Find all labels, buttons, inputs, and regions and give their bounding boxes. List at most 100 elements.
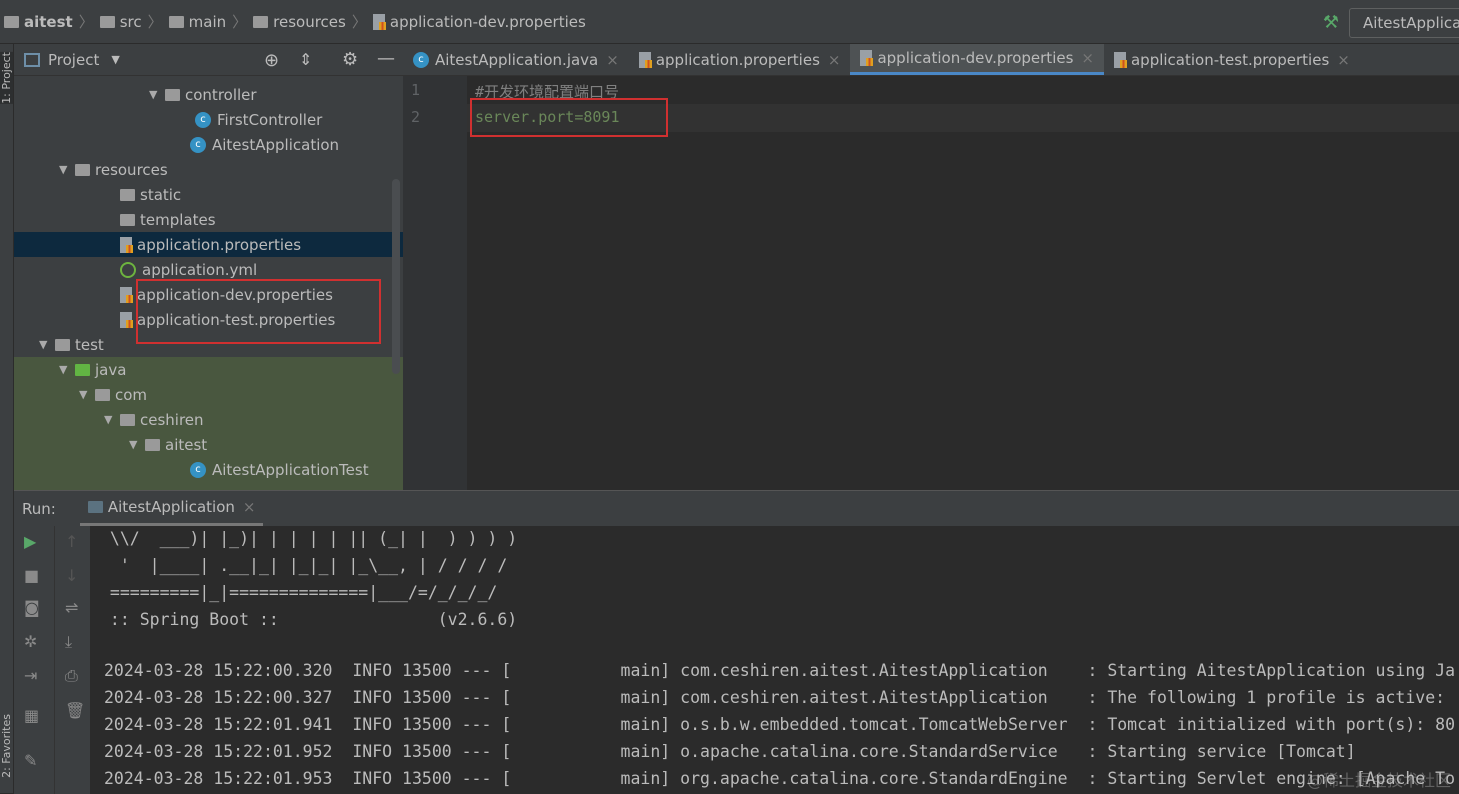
tree-item[interactable]: ▼ java — [14, 357, 403, 382]
spring-icon — [120, 261, 136, 278]
folder-icon — [75, 163, 90, 176]
tree-item[interactable]: static — [14, 182, 403, 207]
close-icon[interactable]: × — [243, 498, 256, 516]
module-icon — [4, 15, 19, 28]
scrollbar[interactable] — [392, 179, 400, 374]
rerun-icon[interactable]: ▶ — [24, 532, 36, 551]
expand-arrow-icon[interactable]: ▼ — [104, 413, 120, 426]
favorites-tool-button[interactable]: 2: Favorites — [0, 714, 13, 778]
expand-arrow-icon[interactable]: ▼ — [39, 338, 55, 351]
close-icon[interactable]: × — [828, 51, 841, 69]
trash-icon[interactable]: 🗑 — [65, 701, 85, 720]
folder-icon — [168, 15, 184, 28]
editor: c AitestApplication.java × application.prop… — [403, 44, 1459, 490]
gutter — [403, 76, 467, 490]
expand-arrow-icon[interactable]: ▼ — [129, 438, 145, 451]
class-icon: c — [195, 111, 211, 128]
breadcrumb-main[interactable]: main 〉 — [168, 11, 247, 32]
up-arrow-icon[interactable]: ↑ — [65, 532, 78, 551]
line-number: 1 — [411, 81, 421, 99]
breadcrumb-file[interactable]: application-dev.properties — [372, 12, 586, 31]
collapse-all-icon[interactable]: ⇕ — [299, 50, 312, 69]
debug-icon[interactable]: ✲ — [24, 632, 37, 651]
editor-tab[interactable]: c AitestApplication.java × — [403, 44, 629, 75]
hide-icon[interactable]: — — [377, 48, 395, 69]
chevron-down-icon[interactable]: ▼ — [111, 53, 119, 66]
run-toolbar: ▶ ■ ◙ ✲ ⇥ ▦ ✎ — [14, 526, 54, 794]
run-tab[interactable]: AitestApplication × — [79, 491, 264, 526]
stop-icon[interactable]: ■ — [24, 566, 39, 585]
tree-item-label: FirstController — [217, 110, 323, 129]
editor-tab[interactable]: application-test.properties × — [1104, 44, 1360, 75]
spring-class-icon: c — [190, 136, 206, 153]
gear-icon[interactable]: ⚙ — [342, 49, 358, 70]
exit-icon[interactable]: ⇥ — [24, 666, 37, 685]
crumb-label: aitest — [24, 12, 73, 31]
tree-item[interactable]: ▼ aitest — [14, 432, 403, 457]
run-panel: Run: AitestApplication × ▶ ■ ◙ ✲ ⇥ ▦ ✎ ↑ … — [14, 490, 1459, 794]
log-line: 2024-03-28 15:22:00.320 INFO 13500 --- [… — [104, 661, 1456, 680]
tree-item-label: aitest — [165, 435, 208, 454]
close-icon[interactable]: × — [1081, 49, 1094, 67]
down-arrow-icon[interactable]: ↓ — [65, 566, 78, 585]
tree-item[interactable]: c AitestApplicationTest — [14, 457, 403, 482]
tree-item-label: ceshiren — [140, 410, 204, 429]
scroll-to-end-icon[interactable]: ⤓ — [65, 632, 72, 652]
test-folder-icon — [75, 363, 90, 376]
crumb-label: resources — [273, 12, 346, 31]
pin-icon[interactable]: ✎ — [24, 751, 37, 770]
project-tool-button[interactable]: 1: Project — [0, 52, 13, 104]
folder-icon — [120, 188, 135, 201]
editor-tab[interactable]: application-dev.properties × — [850, 44, 1104, 75]
soft-wrap-icon[interactable]: ⇌ — [65, 598, 78, 617]
tree-item[interactable]: c AitestApplication — [14, 132, 403, 157]
properties-file-icon — [860, 50, 874, 66]
tree-item[interactable]: c FirstController — [14, 107, 403, 132]
properties-file-icon — [638, 51, 652, 68]
run-panel-header: Run: AitestApplication × — [14, 491, 1459, 526]
run-tab-label: AitestApplication — [107, 498, 235, 516]
tree-item-label: application.properties — [137, 235, 302, 254]
layout-icon[interactable]: ▦ — [24, 706, 39, 725]
close-icon[interactable]: × — [1337, 51, 1350, 69]
app-icon — [87, 501, 103, 513]
editor-tabs: c AitestApplication.java × application.prop… — [403, 44, 1459, 76]
locate-icon[interactable]: ⊕ — [264, 50, 279, 71]
editor-tab[interactable]: application.properties × — [629, 44, 851, 75]
build-hammer-icon[interactable]: ⚒ — [1323, 12, 1339, 33]
tree-item[interactable]: ▼ com — [14, 382, 403, 407]
run-config-select[interactable]: AitestApplication — [1349, 8, 1459, 38]
crumb-label: application-dev.properties — [389, 12, 586, 31]
run-config-label: AitestApplication — [1363, 14, 1459, 32]
close-icon[interactable]: × — [606, 51, 619, 69]
expand-arrow-icon[interactable]: ▼ — [149, 88, 165, 101]
left-tool-strip: 1: Project 2: Favorites — [0, 44, 14, 793]
expand-arrow-icon[interactable]: ▼ — [59, 163, 75, 176]
properties-file-icon — [372, 13, 386, 30]
tree-item[interactable]: application.properties — [14, 232, 403, 257]
folder-icon — [120, 413, 135, 426]
tree-item[interactable]: ▼ controller — [14, 82, 403, 107]
tree-item-label: application.yml — [142, 260, 258, 279]
expand-arrow-icon[interactable]: ▼ — [79, 388, 95, 401]
tree-item[interactable]: ▼ ceshiren — [14, 407, 403, 432]
print-icon[interactable]: ⎙ — [65, 666, 78, 686]
breadcrumb-resources[interactable]: resources 〉 — [253, 11, 367, 32]
tab-label: AitestApplication.java — [435, 50, 599, 69]
tree-item-label: resources — [95, 160, 168, 179]
project-view-icon — [24, 52, 40, 67]
spring-class-icon: c — [190, 461, 206, 478]
highlight-box-port — [470, 98, 668, 137]
breadcrumb-aitest[interactable]: aitest 〉 — [4, 11, 94, 32]
banner-line: ' |____| .__|_| |_|_| |_\__, | / / / / — [100, 556, 508, 575]
tree-item[interactable]: ▼ resources — [14, 157, 403, 182]
console-toolbar: ↑ ↓ ⇌ ⤓ ⎙ 🗑 — [54, 526, 90, 794]
camera-icon[interactable]: ◙ — [24, 598, 40, 617]
tree-item[interactable]: templates — [14, 207, 403, 232]
breadcrumb-src[interactable]: src 〉 — [99, 11, 163, 32]
banner-line: \\/ ___)| |_)| | | | | || (_| | ) ) ) ) — [100, 529, 518, 548]
project-view-select[interactable]: Project — [48, 51, 99, 69]
expand-arrow-icon[interactable]: ▼ — [59, 363, 75, 376]
tree-item-label: AitestApplication — [212, 135, 340, 154]
tab-label: application.properties — [655, 50, 820, 69]
